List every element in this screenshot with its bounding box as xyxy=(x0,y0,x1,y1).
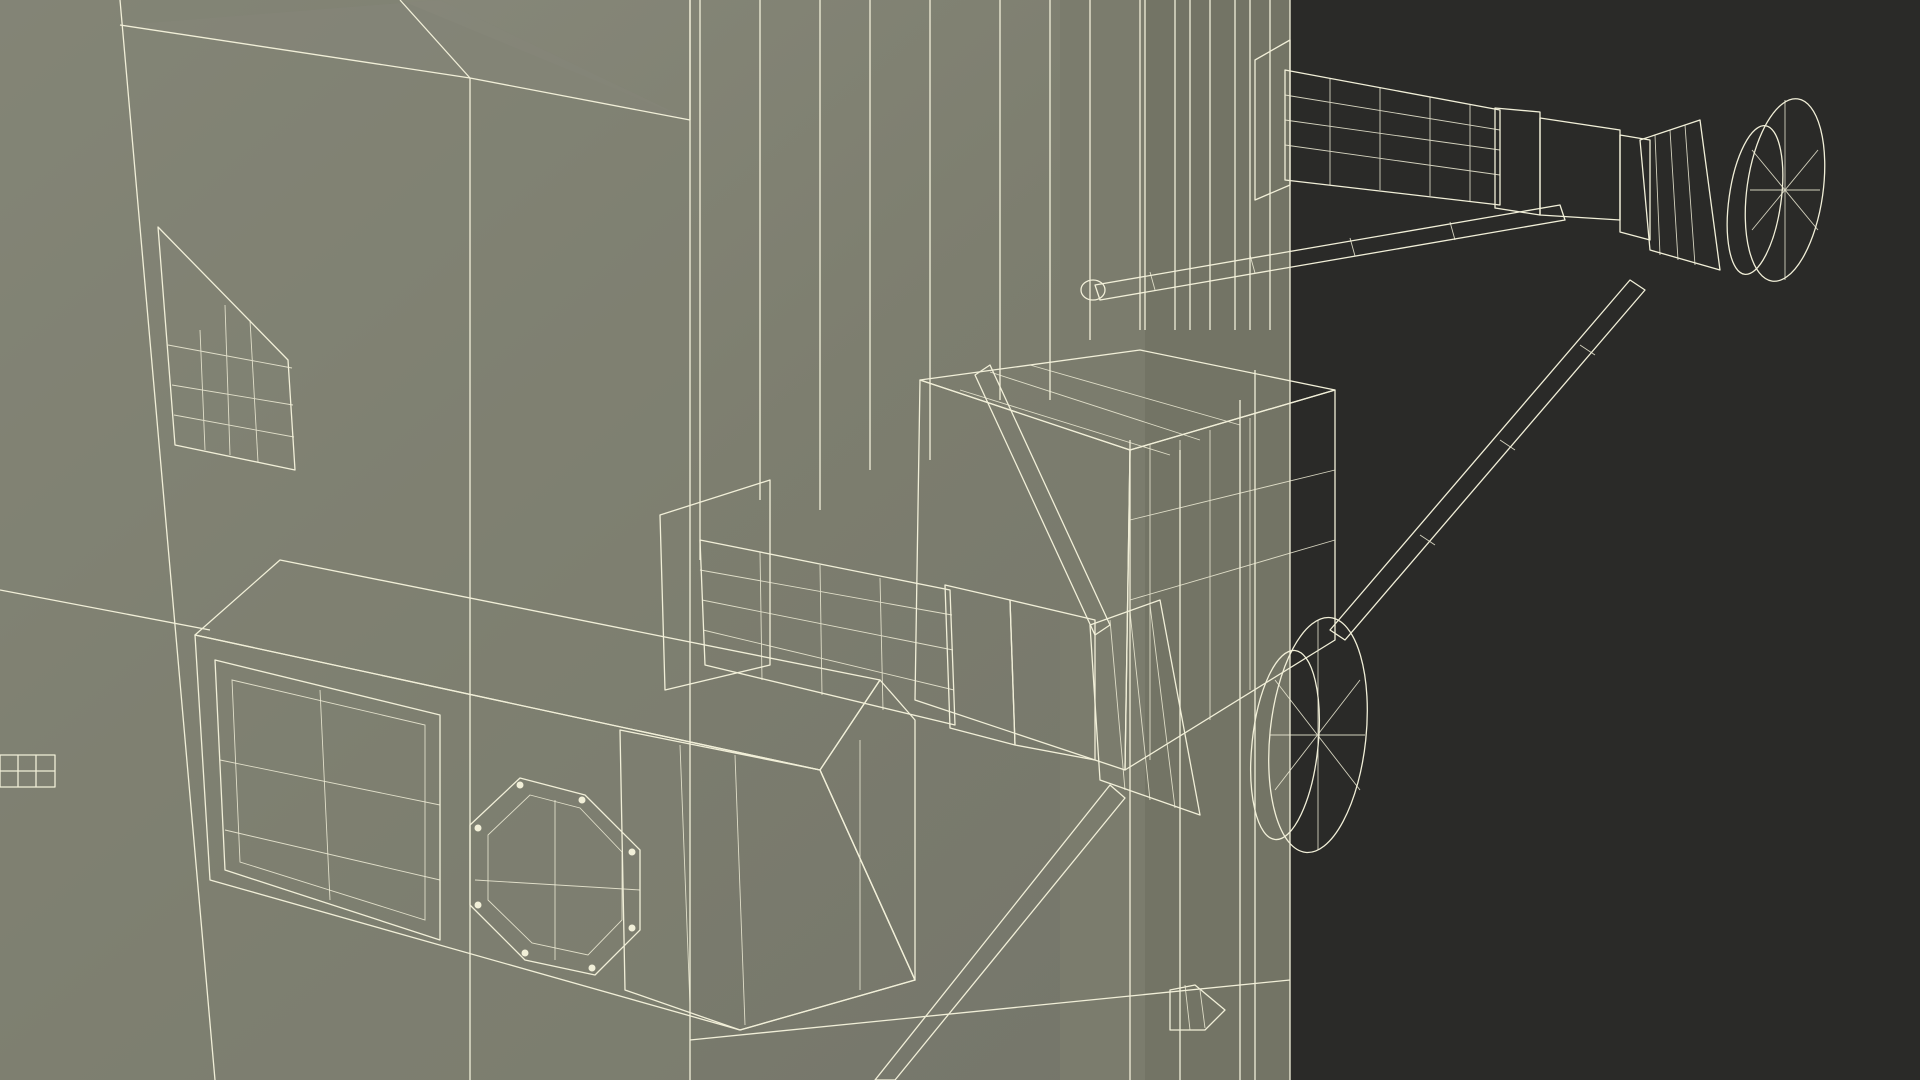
render-canvas xyxy=(0,0,1826,1080)
upper-disk-spokes xyxy=(1750,100,1820,280)
wireframe-render xyxy=(0,0,1920,1080)
main-wall xyxy=(0,0,1291,1080)
